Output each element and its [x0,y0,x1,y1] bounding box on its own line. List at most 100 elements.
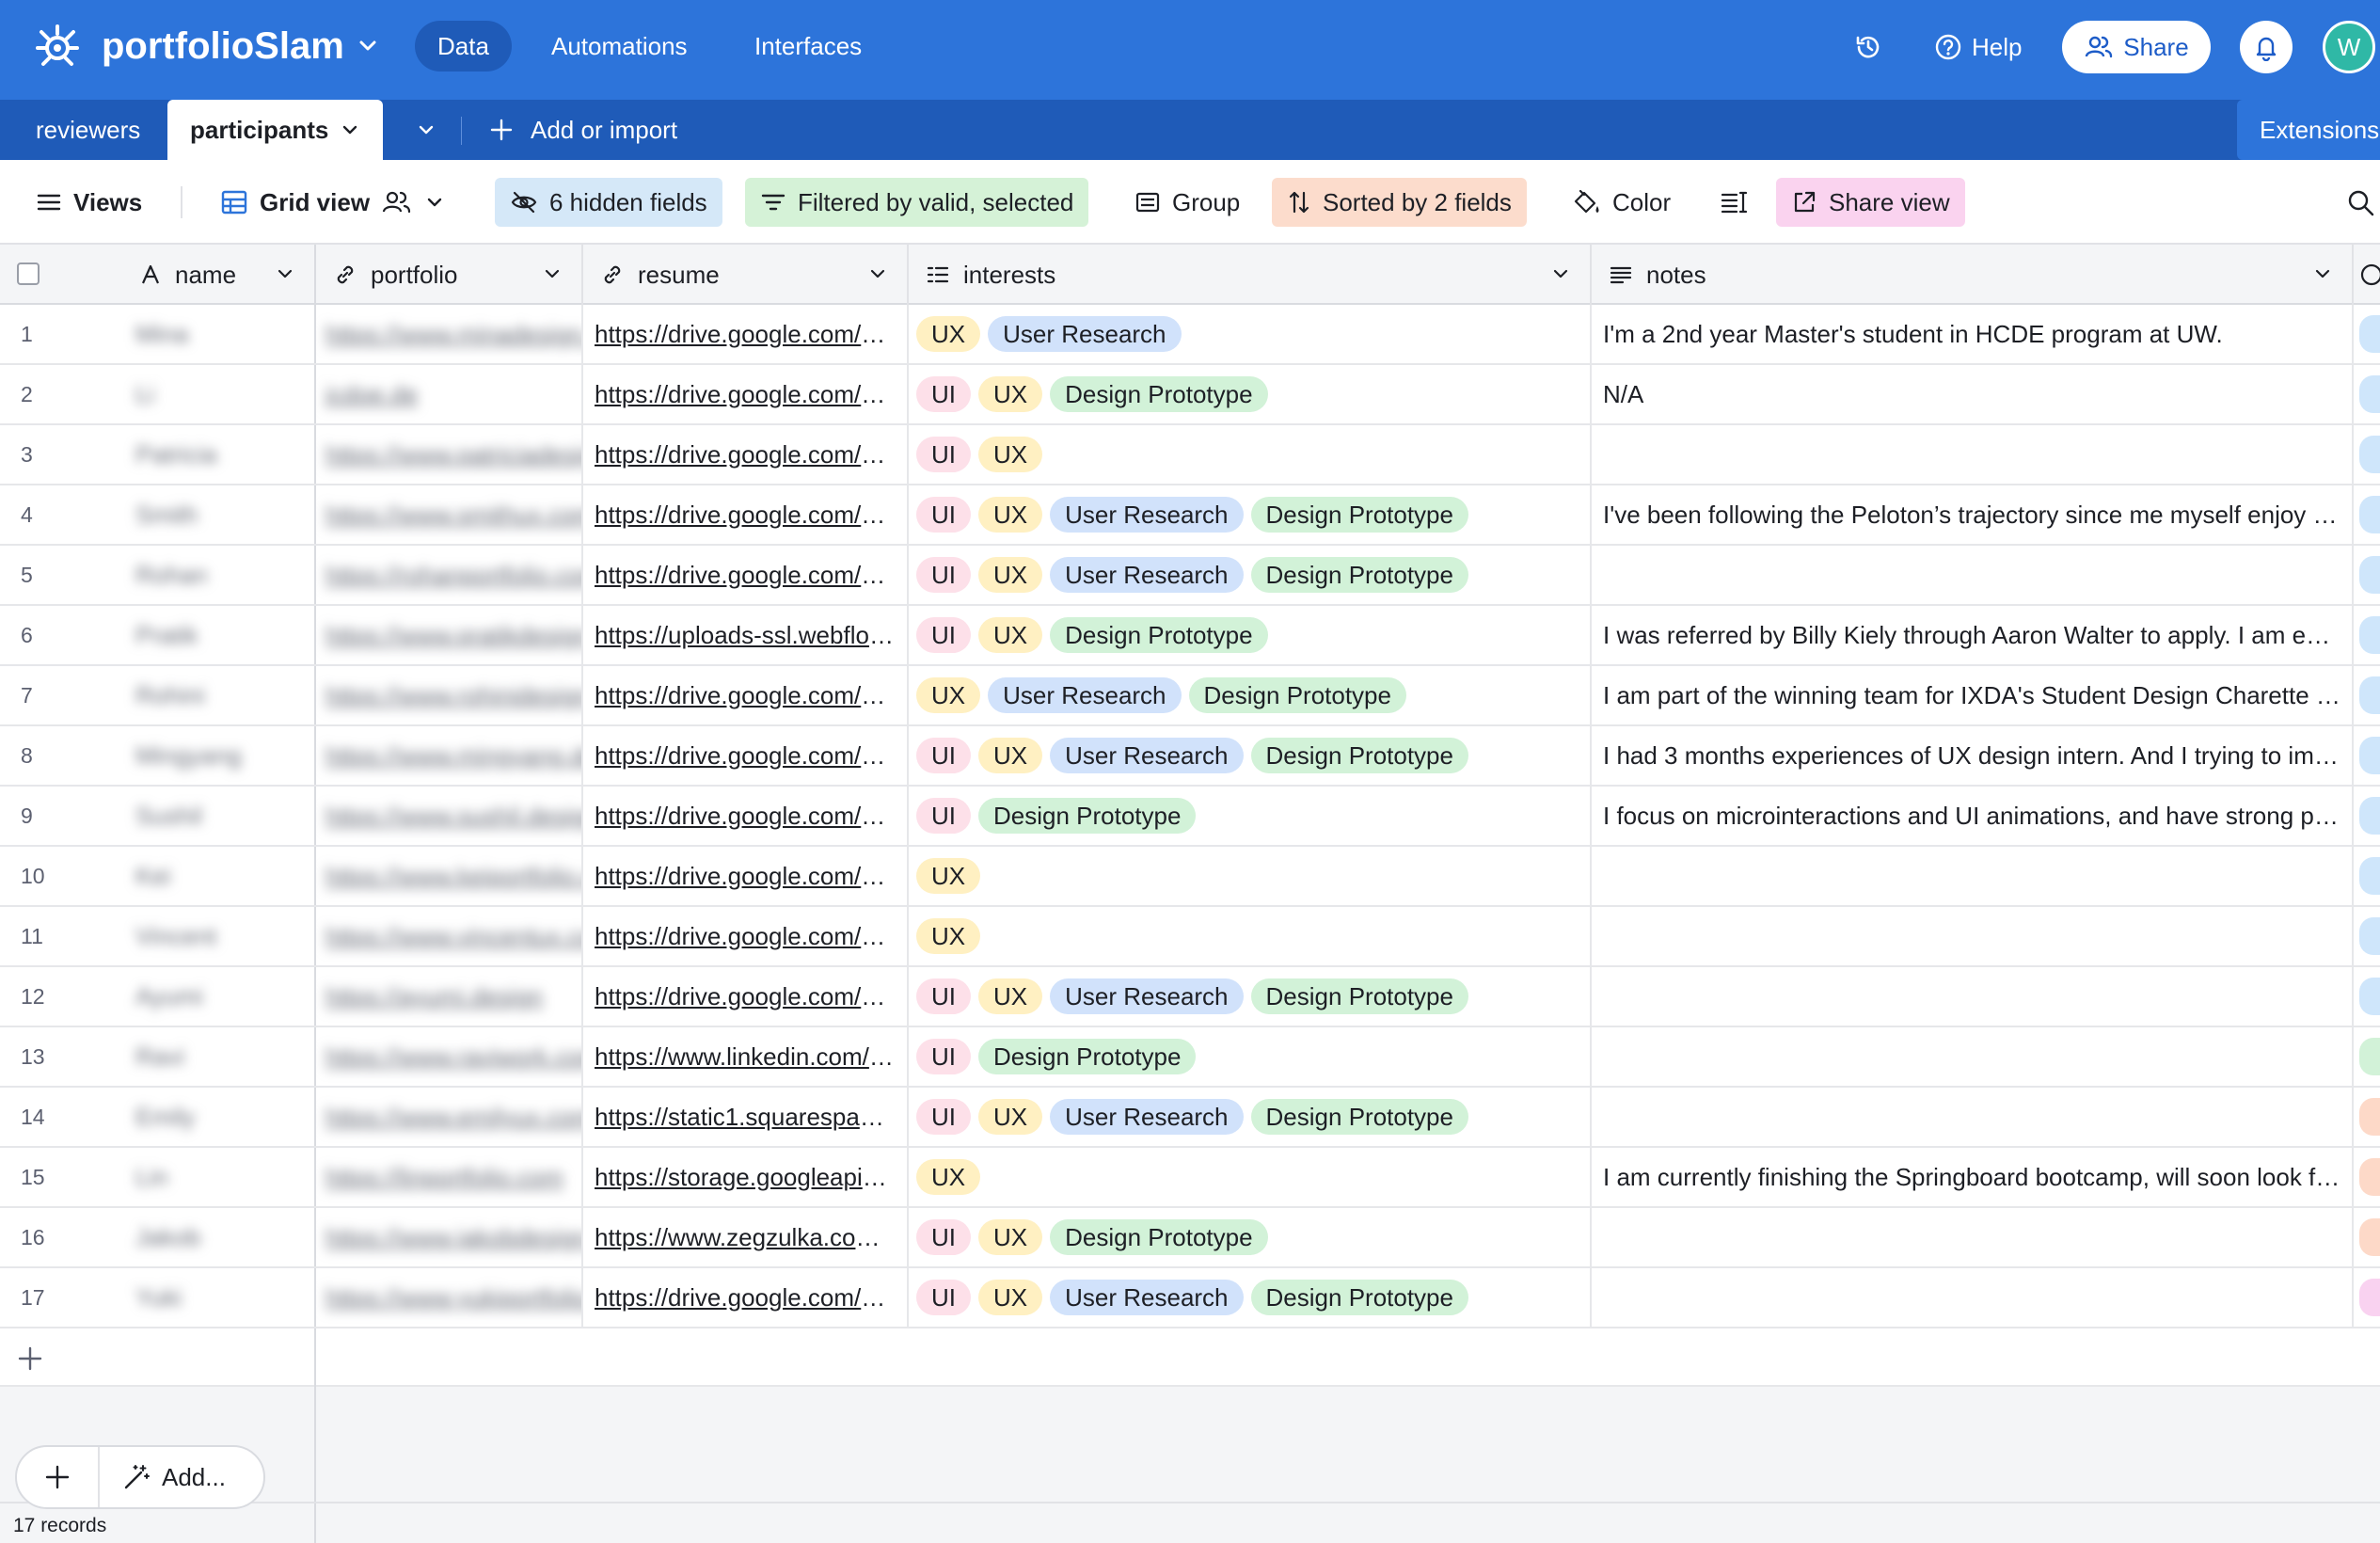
cell-next-column[interactable] [2354,1268,2380,1327]
cell-next-column[interactable] [2354,1088,2380,1146]
portfolio-link[interactable]: https://www.yukiportfolio.com [325,1283,581,1312]
cell-name[interactable]: Pratik [122,606,316,664]
user-avatar[interactable]: W [2323,21,2375,73]
cell-resume[interactable]: https://uploads-ssl.webflow.com/resume.p… [583,606,909,664]
cell-notes[interactable]: I had 3 months experiences of UX design … [1592,726,2354,785]
cell-interests[interactable]: UI UX User Research Design Prototype [909,1268,1592,1327]
chevron-down-icon[interactable] [275,263,295,284]
cell-portfolio[interactable]: https://www.sushil.design [316,787,583,845]
table-tab-reviewers[interactable]: reviewers [36,100,140,160]
cell-resume[interactable]: https://drive.google.com/open?id=11 [583,907,909,965]
cell-resume[interactable]: https://drive.google.com/open?id=10 [583,847,909,905]
cell-next-column[interactable] [2354,666,2380,724]
cell-notes[interactable]: I am part of the winning team for IXDA's… [1592,666,2354,724]
help-button[interactable]: Help [1934,26,2022,68]
portfolio-link[interactable]: https://www.smithux.com [325,501,581,530]
resume-link[interactable]: https://drive.google.com/open?id=1 [595,320,896,349]
cell-portfolio[interactable]: https://rohanportfolio.com [316,546,583,604]
extensions-button[interactable]: Extensions [2237,100,2380,160]
share-button[interactable]: Share [2062,21,2211,73]
cell-resume[interactable]: https://static1.squarespace.com/resume.p… [583,1088,909,1146]
cell-portfolio[interactable]: https://www.yukiportfolio.com [316,1268,583,1327]
cell-interests[interactable]: UX [909,907,1592,965]
cell-interests[interactable]: UI UX User Research Design Prototype [909,1088,1592,1146]
cell-name[interactable]: Smith [122,485,316,544]
table-row[interactable]: 17 Yuki https://www.yukiportfolio.com https… [0,1268,2380,1328]
cell-next-column[interactable] [2354,606,2380,664]
cell-resume[interactable]: https://drive.google.com/open?id=1 [583,305,909,363]
cell-name[interactable]: Ravi [122,1027,316,1086]
resume-link[interactable]: https://drive.google.com/open?id=10 [595,862,896,891]
resume-link[interactable]: https://www.linkedin.com/in/profile [595,1042,896,1072]
cell-next-column[interactable] [2354,967,2380,1026]
history-button[interactable] [1853,26,1883,68]
column-header-interests[interactable]: interests [909,245,1592,305]
portfolio-link[interactable]: jcdoe.de [325,380,418,409]
group-button[interactable]: Group [1119,178,1255,227]
add-record-button[interactable] [17,1447,100,1507]
cell-portfolio[interactable]: https://www.pratikdesign.com [316,606,583,664]
chevron-down-icon[interactable] [356,34,380,58]
table-row[interactable]: 15 Lin https://linportfolio.com https://sto… [0,1148,2380,1208]
column-header-next[interactable] [2354,245,2380,305]
cell-resume[interactable]: https://www.zegzulka.com/resume [583,1208,909,1266]
resume-link[interactable]: https://drive.google.com/open?id=2 [595,380,896,409]
cell-notes[interactable] [1592,967,2354,1026]
resume-link[interactable]: https://drive.google.com/open?id=5 [595,561,896,590]
cell-next-column[interactable] [2354,907,2380,965]
resume-link[interactable]: https://drive.google.com/open?id=12 [595,982,896,1011]
color-button[interactable]: Color [1556,178,1686,227]
table-row[interactable]: 13 Ravi https://www.raviwork.com https://ww… [0,1027,2380,1088]
cell-name[interactable]: Rohini [122,666,316,724]
cell-next-column[interactable] [2354,305,2380,363]
cell-resume[interactable]: https://drive.google.com/open?id=4 [583,485,909,544]
cell-name[interactable]: Lin [122,1148,316,1206]
cell-resume[interactable]: https://drive.google.com/open?id=5 [583,546,909,604]
cell-notes[interactable] [1592,1027,2354,1086]
resume-link[interactable]: https://drive.google.com/open?id=17 [595,1283,896,1312]
cell-next-column[interactable] [2354,726,2380,785]
nav-tab-data[interactable]: Data [415,21,512,72]
cell-interests[interactable]: UI UX Design Prototype [909,1208,1592,1266]
cell-notes[interactable]: I've been following the Peloton’s trajec… [1592,485,2354,544]
cell-resume[interactable]: https://storage.googleapis.com/resume.pd… [583,1148,909,1206]
portfolio-link[interactable]: https://ayumi.design [325,982,543,1011]
cell-resume[interactable]: https://drive.google.com/open?id=8 [583,726,909,785]
add-or-import-button[interactable]: Add or import [489,100,677,160]
base-name[interactable]: portfolioSlam [102,23,344,70]
views-button[interactable]: Views [21,178,157,227]
filter-button[interactable]: Filtered by valid, selected [745,178,1089,227]
cell-notes[interactable] [1592,907,2354,965]
cell-notes[interactable]: I am currently finishing the Springboard… [1592,1148,2354,1206]
column-header-portfolio[interactable]: portfolio [316,245,583,305]
resume-link[interactable]: https://drive.google.com/open?id=7 [595,681,896,710]
cell-interests[interactable]: UI UX User Research Design Prototype [909,967,1592,1026]
cell-portfolio[interactable]: https://www.vincentux.com [316,907,583,965]
table-row[interactable]: 5 Rohan https://rohanportfolio.com https://… [0,546,2380,606]
cell-name[interactable]: Kei [122,847,316,905]
portfolio-link[interactable]: https://www.jakobdesign.com [325,1223,581,1252]
table-row[interactable]: 3 Patricia https://www.patriciadesign.co ht… [0,425,2380,485]
cell-name[interactable]: Mina [122,305,316,363]
cell-interests[interactable]: UI UX Design Prototype [909,365,1592,423]
cell-name[interactable]: Yuki [122,1268,316,1327]
row-height-button[interactable] [1705,178,1763,227]
cell-notes[interactable] [1592,847,2354,905]
cell-name[interactable]: Li [122,365,316,423]
cell-name[interactable]: Rohan [122,546,316,604]
resume-link[interactable]: https://static1.squarespace.com/resume.p… [595,1103,896,1132]
nav-tab-interfaces[interactable]: Interfaces [732,21,884,72]
cell-interests[interactable]: UI UX User Research Design Prototype [909,546,1592,604]
share-view-button[interactable]: Share view [1776,178,1965,227]
portfolio-link[interactable]: https://rohanportfolio.com [325,561,581,590]
cell-portfolio[interactable]: https://www.mingyang.design [316,726,583,785]
cell-portfolio[interactable]: https://www.patriciadesign.co [316,425,583,484]
table-row[interactable]: 6 Pratik https://www.pratikdesign.com https… [0,606,2380,666]
cell-portfolio[interactable]: https://www.minadesign.com [316,305,583,363]
cell-next-column[interactable] [2354,546,2380,604]
table-tab-participants[interactable]: participants [167,100,384,160]
resume-link[interactable]: https://drive.google.com/open?id=8 [595,741,896,771]
resume-link[interactable]: https://drive.google.com/open?id=4 [595,501,896,530]
cell-interests[interactable]: UX User Research Design Prototype [909,666,1592,724]
cell-next-column[interactable] [2354,365,2380,423]
